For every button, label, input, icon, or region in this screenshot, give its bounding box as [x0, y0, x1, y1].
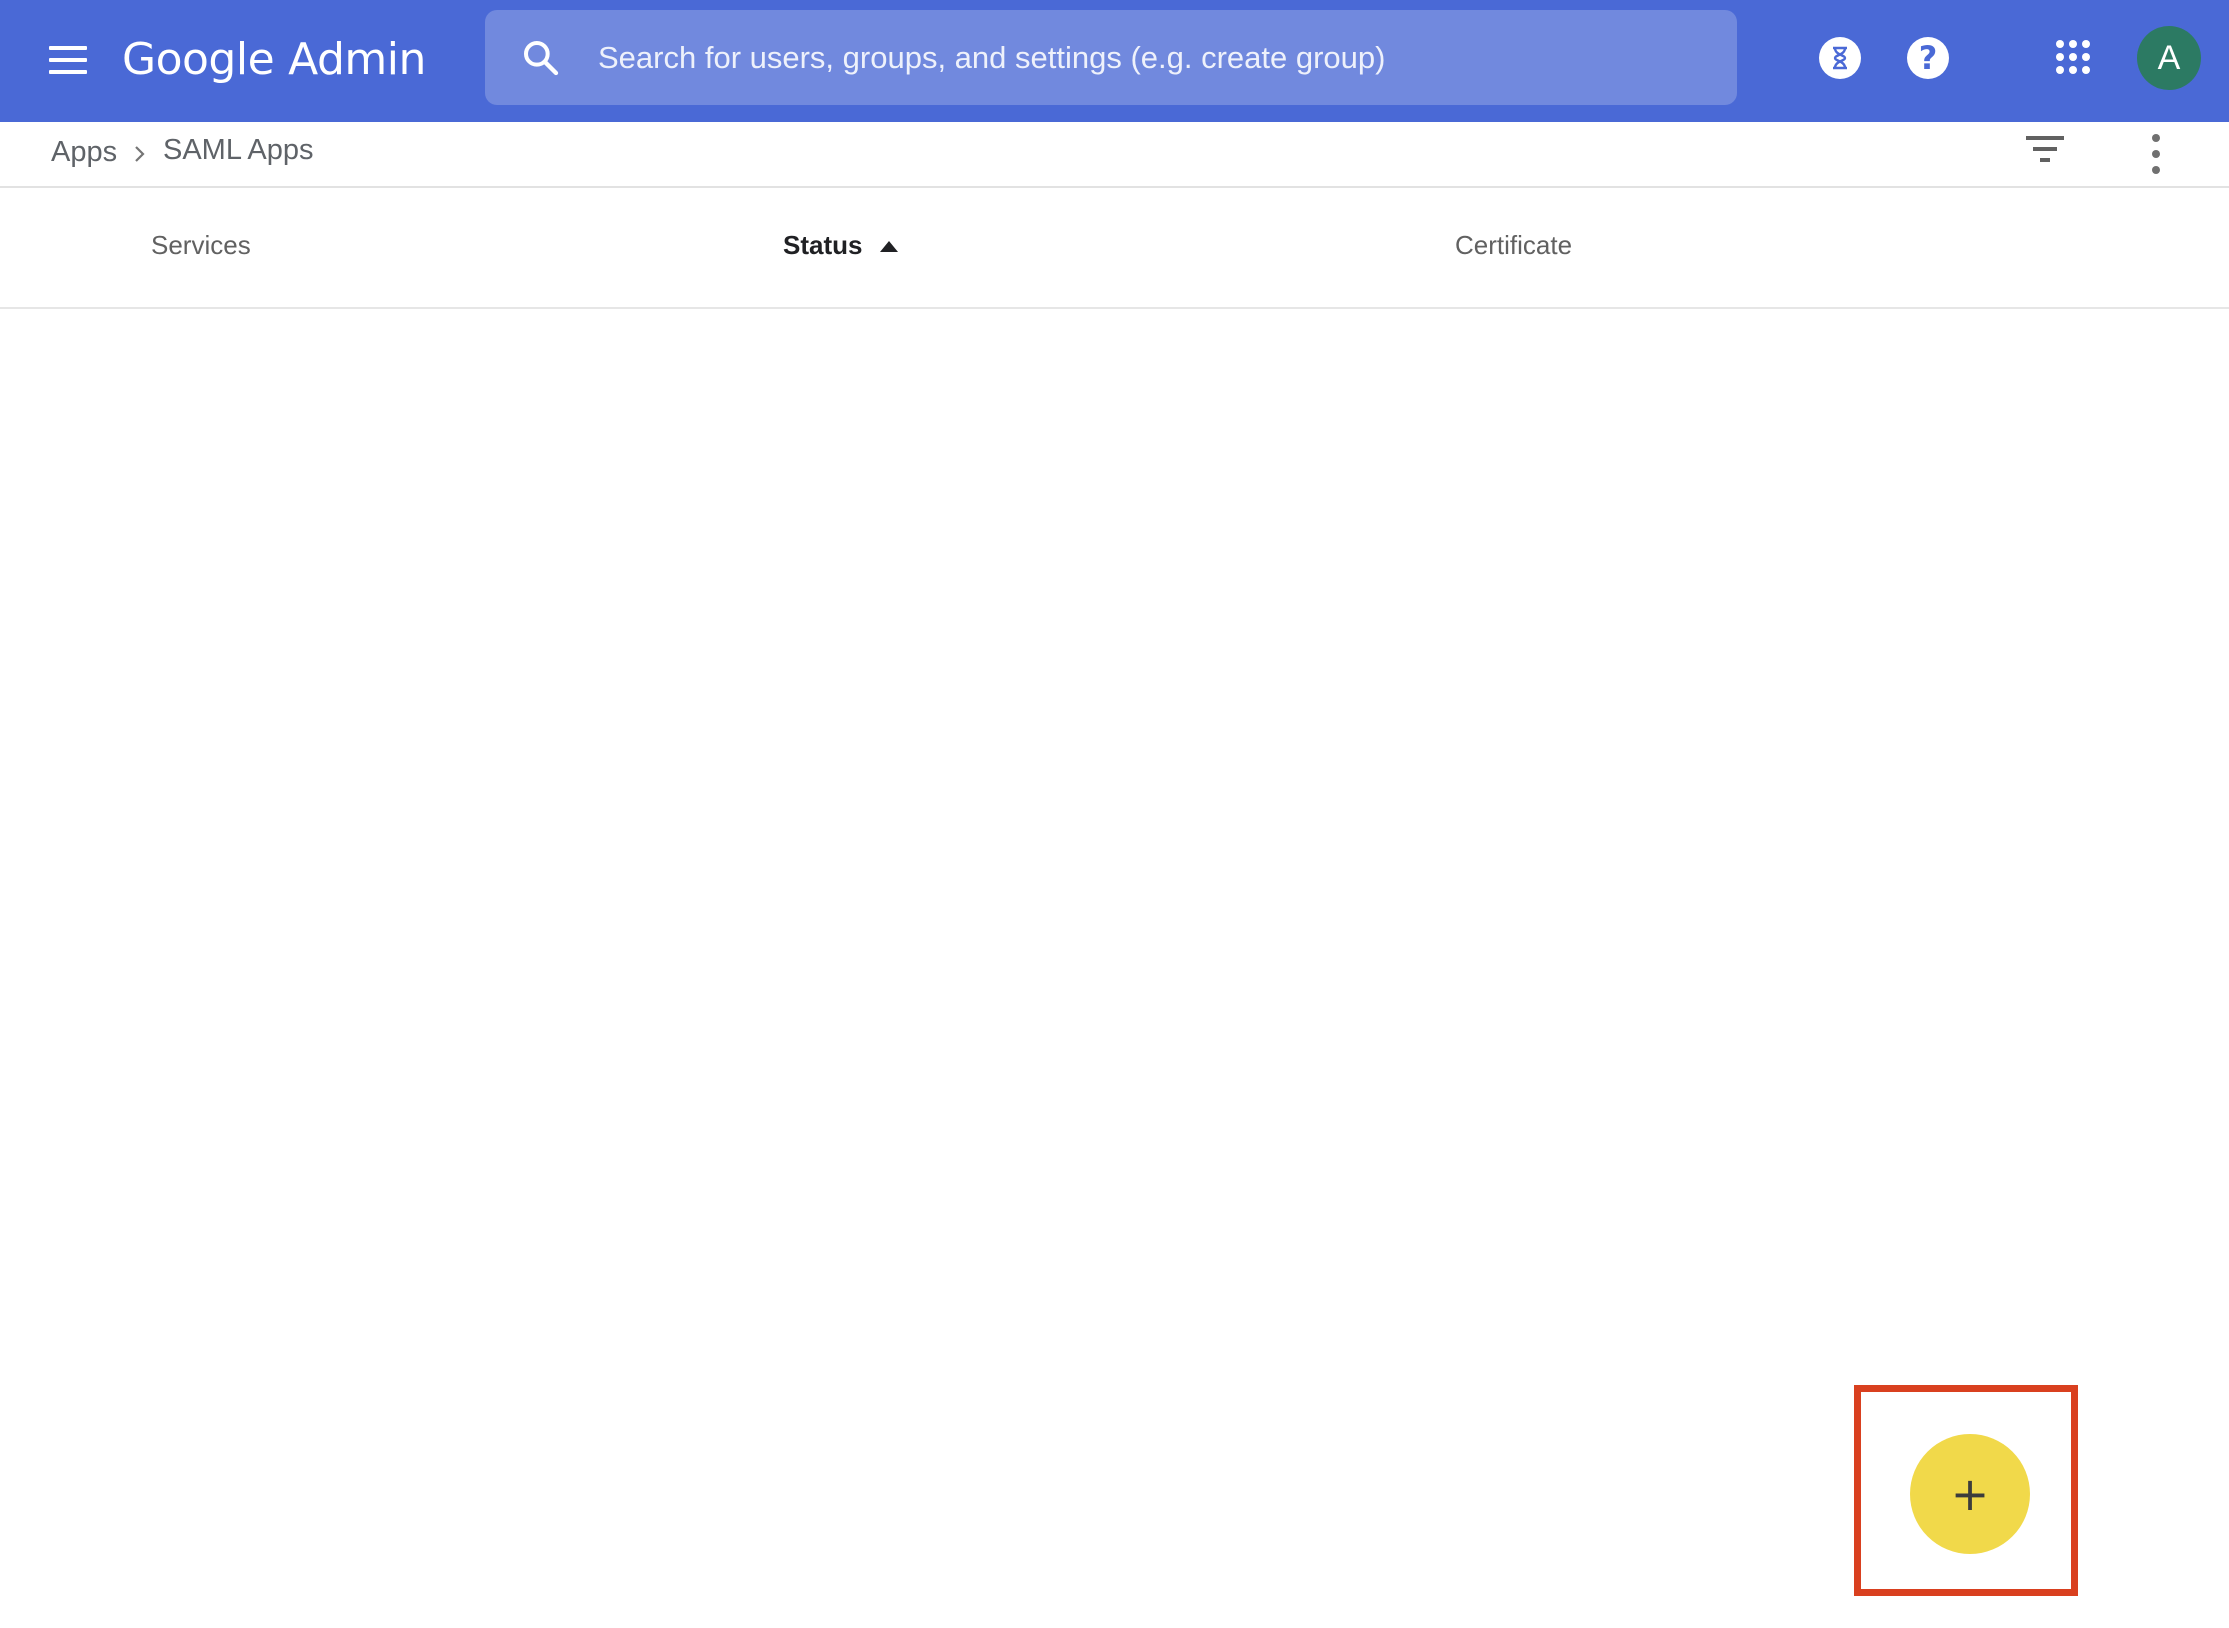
column-header-certificate[interactable]: Certificate [1455, 230, 1572, 261]
column-header-status[interactable]: Status [783, 230, 899, 261]
logo-brand: Google [122, 33, 275, 85]
search-bar[interactable] [485, 10, 1737, 105]
google-admin-logo[interactable]: Google Admin [122, 26, 426, 92]
breadcrumb: Apps SAML Apps [0, 122, 2229, 188]
breadcrumb-item-saml-apps: SAML Apps [163, 134, 314, 166]
top-app-bar: Google Admin ? A [0, 0, 2229, 122]
apps-grid-icon[interactable] [2056, 40, 2090, 74]
chevron-right-icon [135, 146, 145, 162]
column-header-services[interactable]: Services [151, 230, 251, 261]
avatar[interactable]: A [2137, 26, 2201, 90]
add-icon[interactable]: + [1910, 1434, 2030, 1554]
menu-icon[interactable] [44, 36, 92, 84]
more-vert-icon[interactable] [2146, 134, 2166, 174]
table-header: Services Status Certificate [0, 188, 2229, 309]
search-icon[interactable] [521, 38, 561, 78]
help-glyph: ? [1918, 39, 1938, 77]
search-input[interactable] [598, 10, 1698, 105]
filter-icon[interactable] [2024, 136, 2066, 170]
column-header-status-label: Status [783, 230, 863, 260]
sort-ascending-icon [880, 241, 899, 252]
hourglass-icon[interactable] [1819, 37, 1861, 79]
logo-product: Admin [288, 33, 426, 85]
help-icon[interactable]: ? [1907, 37, 1949, 79]
breadcrumb-item-apps[interactable]: Apps [51, 136, 117, 169]
